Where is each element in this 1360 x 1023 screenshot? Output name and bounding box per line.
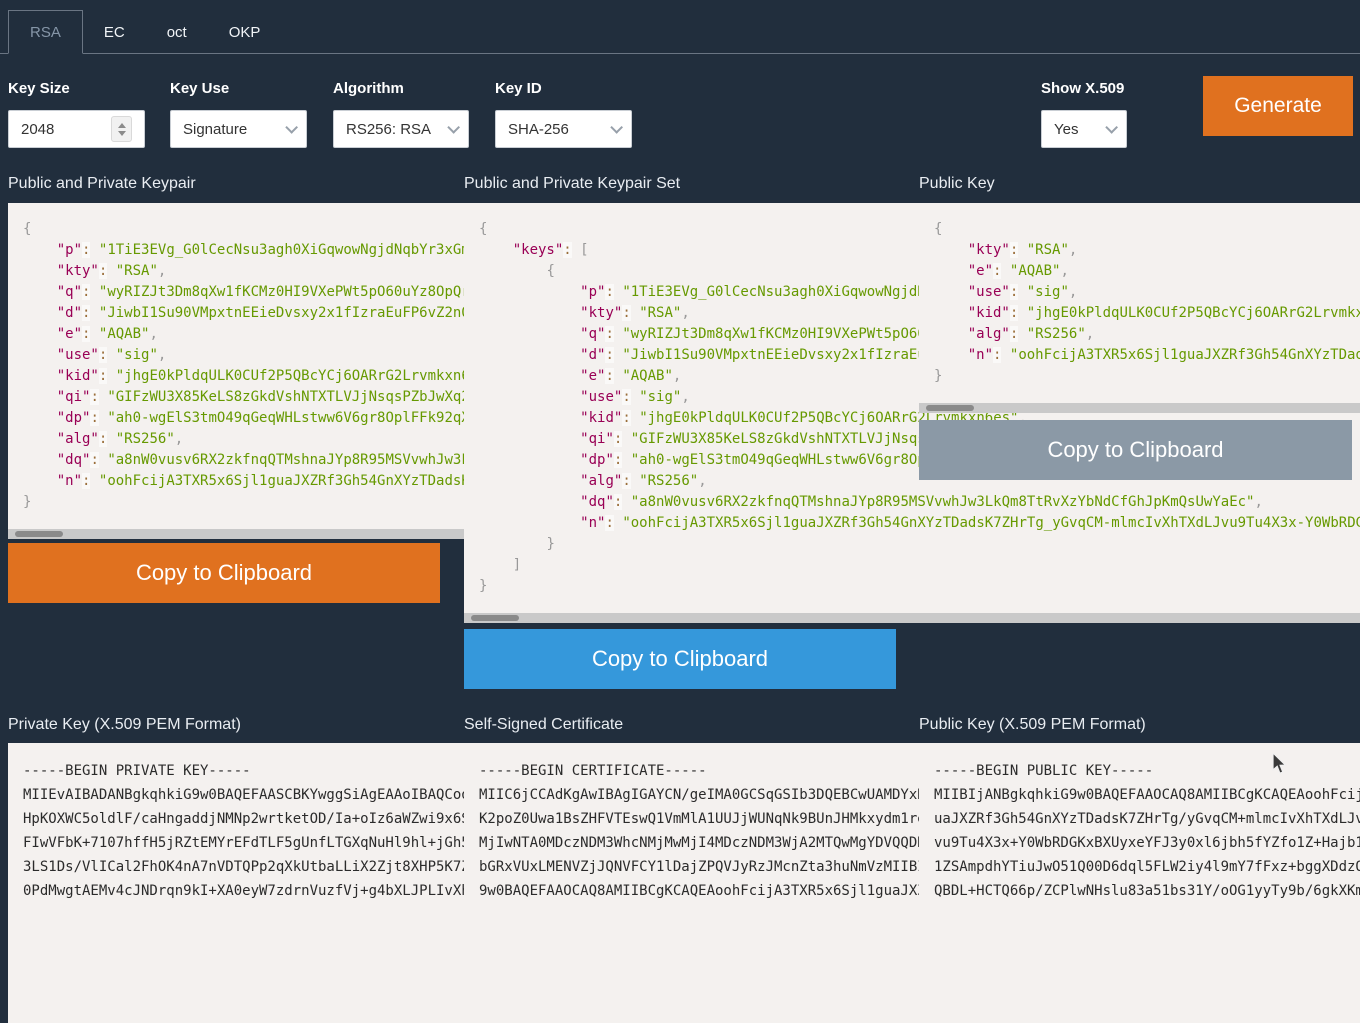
scrollbar-thumb[interactable] bbox=[926, 405, 974, 411]
certificate-heading: Self-Signed Certificate bbox=[464, 716, 623, 735]
scrollbar-thumb[interactable] bbox=[15, 531, 63, 537]
public-key-column: Public Key { "kty": "RSA", "e": "AQAB", … bbox=[919, 0, 1352, 881]
chevron-down-icon bbox=[447, 121, 460, 134]
keypair-set-heading: Public and Private Keypair Set bbox=[464, 175, 680, 194]
scrollbar-thumb[interactable] bbox=[471, 615, 519, 621]
public-key-code-block[interactable]: { "kty": "RSA", "e": "AQAB", "use": "sig… bbox=[919, 203, 1360, 413]
copy-keypair-button[interactable]: Copy to Clipboard bbox=[8, 543, 440, 603]
keypair-heading: Public and Private Keypair bbox=[8, 175, 196, 194]
public-key-pem-block[interactable]: -----BEGIN PUBLIC KEY-----MIIBIjANBgkqhk… bbox=[919, 743, 1360, 1023]
keypair-set-column: Public and Private Keypair Set { "keys":… bbox=[464, 0, 896, 881]
copy-keypair-set-button[interactable]: Copy to Clipboard bbox=[464, 629, 896, 689]
public-key-pem-heading: Public Key (X.509 PEM Format) bbox=[919, 716, 1146, 735]
keypair-column: Public and Private Keypair { "p": "1TiE3… bbox=[8, 0, 440, 881]
horizontal-scrollbar[interactable] bbox=[919, 403, 1360, 413]
private-key-pem-heading: Private Key (X.509 PEM Format) bbox=[8, 716, 241, 735]
copy-public-key-button[interactable]: Copy to Clipboard bbox=[919, 420, 1352, 480]
mouse-cursor bbox=[1272, 753, 1288, 775]
public-key-heading: Public Key bbox=[919, 175, 995, 194]
